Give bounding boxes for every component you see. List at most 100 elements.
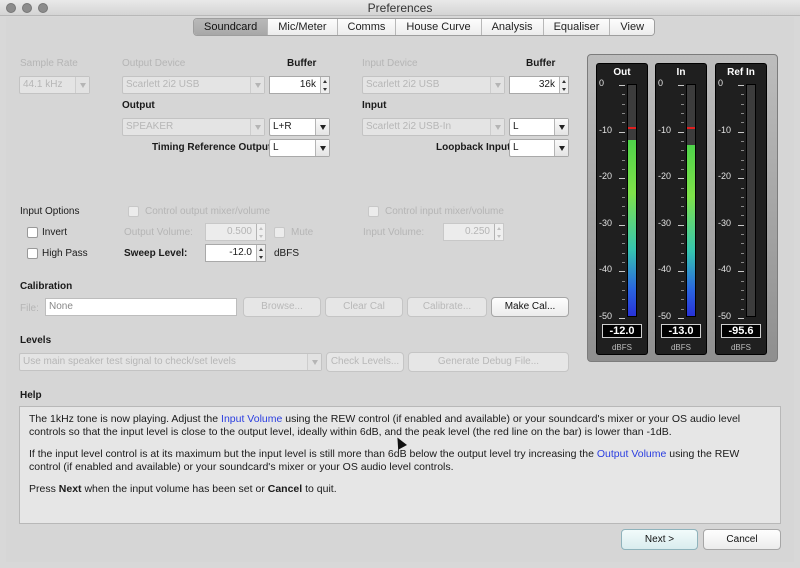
tab-view[interactable]: View [610,19,655,35]
check-levels-button[interactable]: Check Levels... [326,352,404,372]
sample-rate-select[interactable]: 44.1 kHz [19,76,90,94]
meter-tick [622,103,625,105]
increment-icon[interactable] [321,77,329,85]
chevron-down-icon [315,119,329,135]
input-volume-value: 0.250 [464,226,490,237]
output-device-value: Scarlett 2i2 USB [126,79,200,90]
meter-tick [681,94,684,96]
meter-tick [741,159,744,161]
cancel-button[interactable]: Cancel [703,529,781,550]
meter-tick [741,243,744,245]
meter-reading: -95.6 [721,324,761,338]
help-heading: Help [20,390,42,401]
meter-tick [622,280,625,282]
meter-unit: dBFS [670,343,691,352]
input-volume-link[interactable]: Input Volume [221,413,282,425]
meter-reading: -13.0 [661,324,701,338]
meter-tick [678,224,684,226]
meter-tick [622,299,625,301]
input-device-value: Scarlett 2i2 USB [366,79,440,90]
output-volume-link[interactable]: Output Volume [597,448,666,460]
meter-tick [681,234,684,236]
increment-icon[interactable] [495,224,503,232]
meter-tick [681,150,684,152]
output-volume-stepper[interactable]: 0.500 [205,223,266,241]
output-volume-value: 0.500 [226,226,252,237]
meter-scale-label: -10 [599,124,613,135]
decrement-icon[interactable] [560,85,568,93]
meter-tick [681,290,684,292]
levels-signal-select[interactable]: Use main speaker test signal to check/se… [19,353,322,371]
meter-scale-label: -40 [658,264,672,275]
meter-tick [622,140,625,142]
generate-debug-file-button[interactable]: Generate Debug File... [408,352,569,372]
meter-tick [619,178,625,180]
calibration-file-field[interactable]: None [45,298,237,316]
clear-cal-button[interactable]: Clear Cal [325,297,403,317]
timing-reference-select[interactable]: L [269,139,330,157]
input-buffer-label: Buffer [526,58,556,69]
meter-tick [681,168,684,170]
calibrate-button[interactable]: Calibrate... [407,297,487,317]
meter-tick [741,103,744,105]
sweep-level-stepper[interactable]: -12.0 [205,244,266,262]
meter-tick [741,252,744,254]
output-buffer-stepper[interactable]: 16k [269,76,330,94]
meter-tick [622,168,625,170]
invert-checkbox[interactable] [27,227,38,238]
decrement-icon[interactable] [321,85,329,93]
loopback-input-select[interactable]: L [509,139,569,157]
tab-equaliser[interactable]: Equaliser [543,19,611,35]
output-channel-select[interactable]: L+R [269,118,330,136]
make-cal-button[interactable]: Make Cal... [491,297,569,317]
meter-tick [622,122,625,124]
meter-tick [622,159,625,161]
next-button[interactable]: Next > [621,529,698,550]
output-volume-label: Output Volume: [124,227,193,238]
increment-icon[interactable] [257,245,265,253]
meter-bar-track [746,84,756,317]
meter-tick [622,112,625,114]
chevron-down-icon [250,77,264,93]
meter-scale-label: -50 [658,311,672,321]
input-channel-select[interactable]: L [509,118,569,136]
meter-tick [622,196,625,198]
sweep-level-value: -12.0 [229,247,252,258]
meter-tick [622,206,625,208]
output-select[interactable]: SPEAKER [122,118,265,136]
high-pass-checkbox[interactable] [27,248,38,259]
input-device-select[interactable]: Scarlett 2i2 USB [362,76,505,94]
chevron-down-icon [554,140,568,156]
meter-tick [741,308,744,310]
meter-tick [681,112,684,114]
meter-scale-label: -40 [718,264,732,275]
meter-level-fill [687,145,695,316]
increment-icon[interactable] [257,224,265,232]
tab-house-curve[interactable]: House Curve [396,19,482,35]
meter-tick [619,271,625,273]
input-volume-stepper[interactable]: 0.250 [443,223,504,241]
meter-scale-label: -20 [658,171,672,182]
meter-tick [678,178,684,180]
input-buffer-stepper[interactable]: 32k [509,76,569,94]
sweep-level-unit: dBFS [274,248,300,259]
control-output-checkbox[interactable] [128,206,139,217]
mute-checkbox[interactable] [274,227,285,238]
meter-tick [678,318,684,319]
tab-analysis[interactable]: Analysis [481,19,544,35]
meter-scale-label: 0 [599,78,605,88]
increment-icon[interactable] [560,77,568,85]
browse-button[interactable]: Browse... [243,297,321,317]
tab-soundcard[interactable]: Soundcard [194,19,269,35]
tab-comms[interactable]: Comms [337,19,397,35]
input-select[interactable]: Scarlett 2i2 USB-In [362,118,505,136]
decrement-icon[interactable] [257,253,265,261]
tab-mic-meter[interactable]: Mic/Meter [268,19,338,35]
decrement-icon[interactable] [257,232,265,240]
meter-bar-track [627,84,637,317]
meter-scale-label: -20 [599,171,613,182]
meter-tick [619,224,625,226]
decrement-icon[interactable] [495,232,503,240]
output-device-select[interactable]: Scarlett 2i2 USB [122,76,265,94]
control-input-checkbox[interactable] [368,206,379,217]
